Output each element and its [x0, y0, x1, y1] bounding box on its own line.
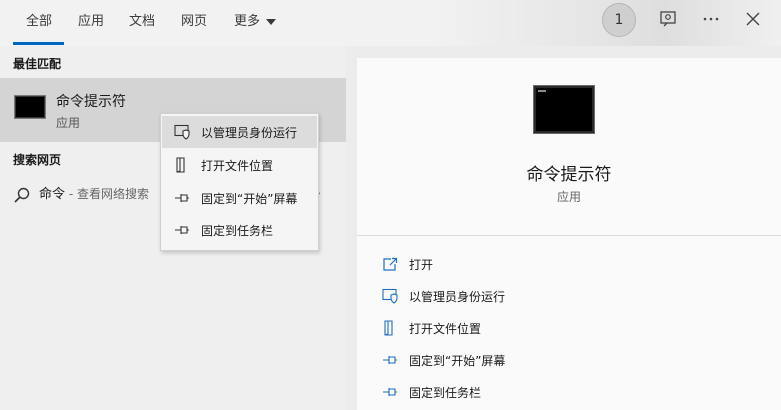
search-tabs-bar: 全部 应用 文档 网页 更多 1 — [0, 0, 781, 46]
more-options-icon[interactable] — [700, 8, 722, 30]
shield-window-icon — [173, 124, 191, 140]
web-search-query: 命令 — [39, 187, 66, 202]
feedback-icon[interactable] — [657, 8, 679, 30]
context-menu: 以管理员身份运行 打开文件位置 固定到“开始”屏幕 固定到任务栏 — [160, 113, 319, 251]
active-tab-indicator — [13, 42, 64, 45]
detail-title: 命令提示符 — [526, 165, 612, 185]
command-prompt-icon — [533, 85, 595, 134]
action-open-file-location[interactable]: 打开文件位置 — [381, 318, 481, 338]
command-prompt-icon — [14, 95, 46, 119]
tab-more[interactable]: 更多 — [234, 10, 277, 30]
ctx-pin-to-start[interactable]: 固定到“开始”屏幕 — [162, 182, 317, 214]
open-icon — [381, 256, 399, 272]
web-search-item[interactable]: 命令 - 查看网络搜索 — [13, 183, 149, 204]
tab-apps[interactable]: 应用 — [78, 10, 104, 30]
pin-icon — [173, 222, 191, 238]
ctx-open-file-location[interactable]: 打开文件位置 — [162, 149, 317, 181]
detail-pane: 命令提示符 应用 打开 以管理员身份运行 打开文件位置 固定到“开始”屏幕 固定… — [357, 58, 781, 410]
tab-all[interactable]: 全部 — [26, 10, 52, 30]
pin-icon — [381, 384, 399, 400]
web-search-heading: 搜索网页 — [13, 153, 62, 167]
action-pin-to-taskbar[interactable]: 固定到任务栏 — [381, 382, 481, 402]
best-match-subtitle: 应用 — [56, 116, 81, 130]
ctx-pin-to-taskbar[interactable]: 固定到任务栏 — [162, 214, 317, 246]
file-location-icon — [173, 157, 191, 173]
pin-icon — [173, 190, 191, 206]
action-run-as-admin[interactable]: 以管理员身份运行 — [381, 286, 505, 306]
best-match-heading: 最佳匹配 — [13, 57, 62, 71]
action-pin-to-start[interactable]: 固定到“开始”屏幕 — [381, 350, 505, 370]
shield-window-icon — [381, 288, 399, 304]
tab-web[interactable]: 网页 — [181, 10, 207, 30]
search-icon — [13, 186, 31, 204]
rewards-badge[interactable]: 1 — [602, 3, 636, 37]
detail-subtitle: 应用 — [556, 190, 581, 204]
ctx-run-as-admin[interactable]: 以管理员身份运行 — [162, 116, 317, 148]
file-location-icon — [381, 320, 399, 336]
chevron-down-icon — [266, 18, 277, 25]
action-open[interactable]: 打开 — [381, 254, 433, 274]
best-match-title: 命令提示符 — [56, 94, 126, 110]
tab-documents[interactable]: 文档 — [129, 10, 155, 30]
divider — [357, 235, 781, 236]
pin-icon — [381, 352, 399, 368]
close-icon[interactable] — [742, 8, 764, 30]
web-search-suffix: - 查看网络搜索 — [65, 187, 149, 201]
